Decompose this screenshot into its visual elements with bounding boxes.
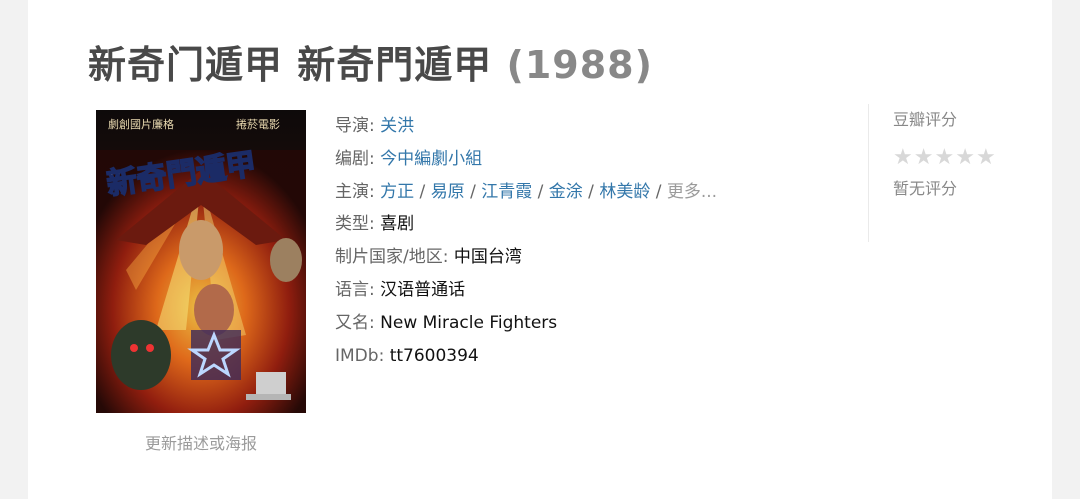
poster-text-left: 劇創國片廉格: [108, 117, 174, 131]
star-icon: ★: [913, 145, 934, 170]
country-row: 制片国家/地区: 中国台湾: [335, 241, 805, 274]
star-icon: ★: [975, 145, 996, 170]
director-label: 导演:: [335, 116, 381, 136]
movie-poster[interactable]: 劇創國片廉格 捲菸電影 新奇門遁甲: [96, 110, 306, 413]
cast-separator: /: [582, 181, 600, 202]
imdb-row: IMDb: tt7600394: [335, 340, 805, 373]
rating-stars: ★★★★★: [893, 147, 997, 169]
star-icon: ★: [934, 145, 955, 170]
language-label: 语言:: [335, 279, 381, 300]
genre-value: 喜剧: [380, 214, 415, 235]
cast-link[interactable]: 方正: [380, 182, 414, 202]
page-title: 新奇门遁甲 新奇門遁甲 (1988): [88, 34, 653, 89]
writer-label: 编剧:: [335, 148, 381, 169]
imdb-label: IMDb:: [335, 345, 390, 366]
cast-link[interactable]: 易原: [431, 182, 465, 202]
genre-label: 类型:: [335, 214, 381, 235]
language-row: 语言: 汉语普通话: [335, 274, 805, 307]
star-icon: ★: [955, 145, 975, 170]
cast-link[interactable]: 林美龄: [599, 182, 650, 202]
cast-label: 主演:: [335, 181, 381, 202]
movie-info: 导演: 关洪 编剧: 今中編劇小組 主演: 方正 / 易原 / 江青霞 / 金涂…: [335, 110, 805, 372]
language-value: 汉语普通话: [380, 279, 466, 300]
genre-row: 类型: 喜剧: [335, 208, 805, 241]
cast-separator: /: [464, 181, 482, 202]
director-link[interactable]: 关洪: [380, 116, 414, 136]
cast-link[interactable]: 江青霞: [481, 182, 532, 202]
cast-link[interactable]: 金涂: [549, 182, 583, 202]
aka-row: 又名: New Miracle Fighters: [335, 307, 805, 340]
cast-row: 主演: 方正 / 易原 / 江青霞 / 金涂 / 林美龄 / 更多...: [335, 176, 805, 209]
writer-row: 编剧: 今中編劇小組: [335, 143, 805, 176]
section-divider: [868, 104, 869, 242]
aka-label: 又名:: [335, 312, 381, 333]
update-poster-link[interactable]: 更新描述或海报: [96, 430, 306, 454]
director-row: 导演: 关洪: [335, 110, 805, 143]
star-icon: ★: [893, 145, 913, 170]
poster-artwork: 劇創國片廉格 捲菸電影 新奇門遁甲: [96, 110, 306, 413]
cast-separator: /: [650, 181, 667, 202]
cast-more-link[interactable]: 更多...: [667, 182, 717, 202]
cast-separator: /: [414, 181, 431, 202]
poster-text-right: 捲菸電影: [236, 117, 280, 131]
movie-year: (1988): [506, 43, 653, 87]
cast-separator: /: [532, 181, 549, 202]
aka-value: New Miracle Fighters: [380, 312, 558, 333]
imdb-value: tt7600394: [389, 345, 479, 366]
writer-link[interactable]: 今中編劇小組: [380, 149, 482, 169]
country-label: 制片国家/地区:: [335, 247, 454, 268]
rating-panel: 豆瓣评分 ★★★★★ 暂无评分: [893, 106, 997, 199]
rating-label: 豆瓣评分: [893, 110, 958, 129]
no-rating-text: 暂无评分: [893, 179, 958, 198]
country-value: 中国台湾: [453, 247, 522, 268]
movie-title: 新奇门遁甲 新奇門遁甲: [88, 43, 493, 87]
